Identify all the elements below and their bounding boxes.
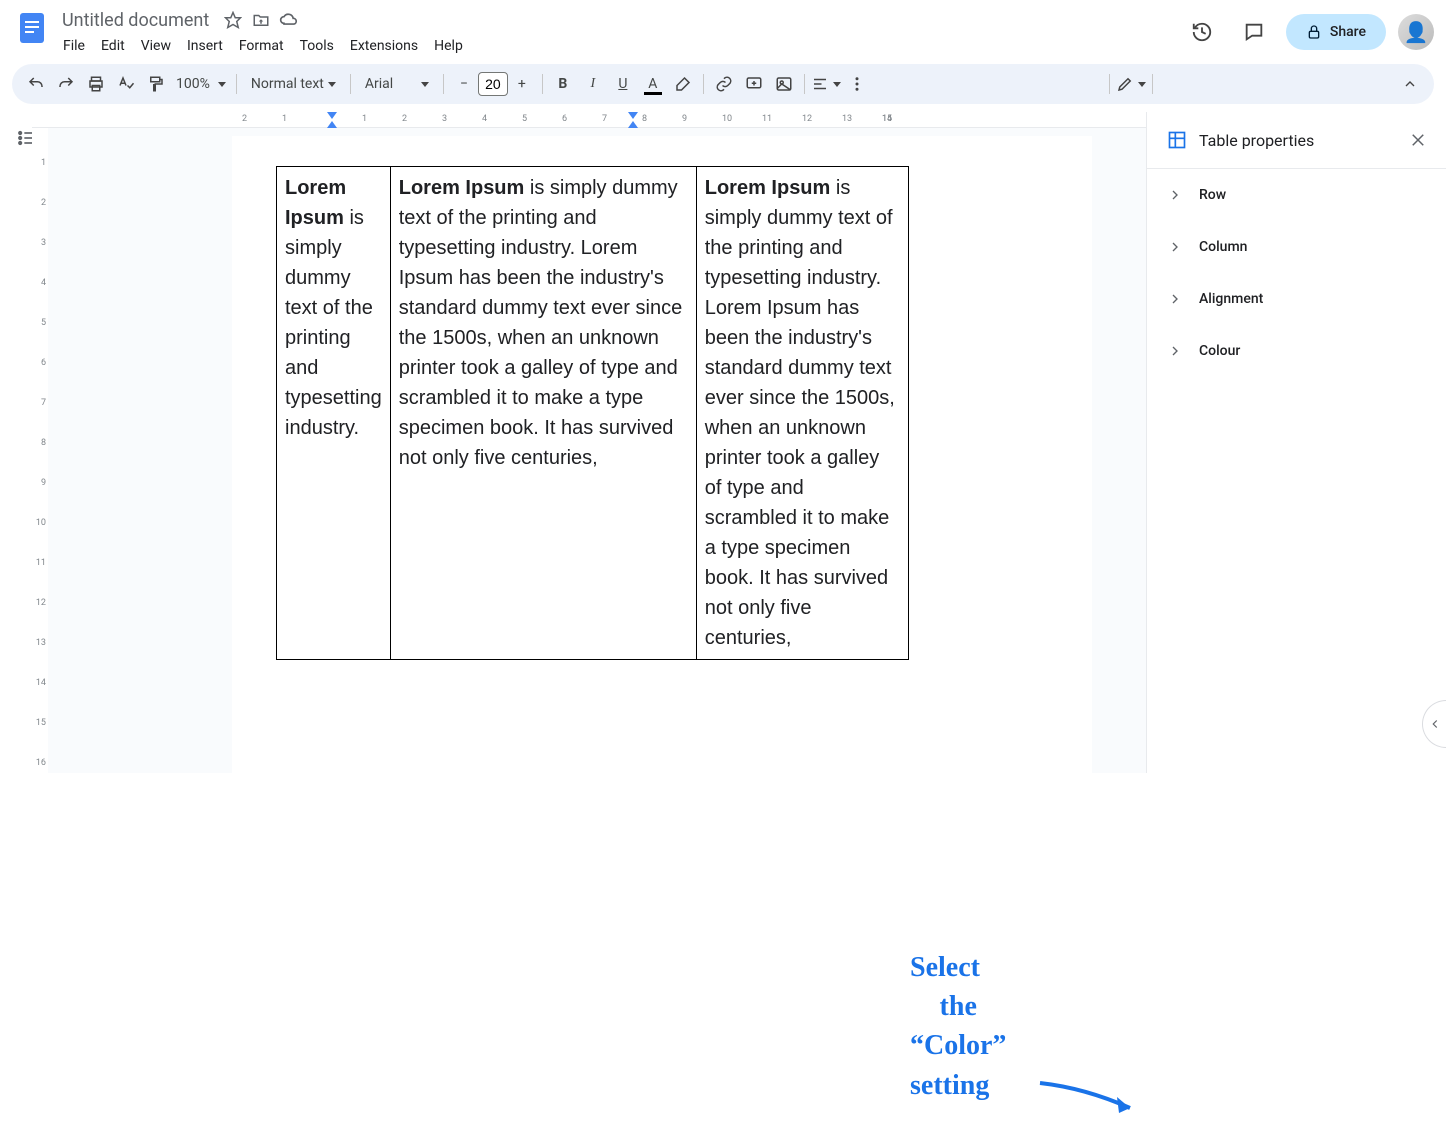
horizontal-ruler[interactable]: 2 1 1 2 3 4 5 6 7 8 9 10 11 12 13 14 15 <box>32 112 1146 128</box>
table-icon <box>1167 130 1187 150</box>
table-cell-text: is simply dummy text of the printing and… <box>399 177 682 469</box>
highlight-color-button[interactable] <box>669 70 697 98</box>
comments-icon[interactable] <box>1234 12 1274 52</box>
table-cell-bold: Lorem Ipsum <box>285 177 346 229</box>
title-area: Untitled document File Edit View Insert … <box>56 8 1182 58</box>
history-icon[interactable] <box>1182 12 1222 52</box>
sidebar-section-label: Row <box>1199 187 1226 203</box>
menu-edit[interactable]: Edit <box>94 34 132 58</box>
sidebar-section-row[interactable]: Row <box>1147 169 1446 221</box>
table-cell-bold: Lorem Ipsum <box>399 177 525 199</box>
underline-button[interactable]: U <box>609 70 637 98</box>
menu-view[interactable]: View <box>134 34 178 58</box>
table-cell-bold: Lorem Ipsum <box>705 177 831 199</box>
redo-button[interactable] <box>52 70 80 98</box>
document-page[interactable]: Lorem Ipsum is simply dummy text of the … <box>232 136 1092 773</box>
sidebar-section-column[interactable]: Column <box>1147 221 1446 273</box>
document-title[interactable]: Untitled document <box>56 8 215 33</box>
zoom-select[interactable]: 100% <box>172 70 230 98</box>
document-table[interactable]: Lorem Ipsum is simply dummy text of the … <box>276 166 909 660</box>
italic-button[interactable]: I <box>579 70 607 98</box>
bold-button[interactable]: B <box>549 70 577 98</box>
lock-icon <box>1306 24 1322 40</box>
share-button[interactable]: Share <box>1286 14 1386 50</box>
close-icon[interactable] <box>1406 128 1430 152</box>
insert-image-button[interactable] <box>770 70 798 98</box>
docs-logo[interactable] <box>12 8 52 48</box>
move-icon[interactable] <box>251 10 271 30</box>
star-icon[interactable] <box>223 10 243 30</box>
more-button[interactable] <box>843 70 871 98</box>
header: Untitled document File Edit View Insert … <box>0 0 1446 64</box>
menu-bar: File Edit View Insert Format Tools Exten… <box>56 34 1182 58</box>
paragraph-style-select[interactable]: Normal text <box>243 70 344 98</box>
insert-link-button[interactable] <box>710 70 738 98</box>
chevron-right-icon <box>1167 239 1183 255</box>
chevron-right-icon <box>1167 343 1183 359</box>
table-cell-text: is simply dummy text of the printing and… <box>285 207 382 439</box>
cloud-status-icon[interactable] <box>279 10 299 30</box>
sidebar-title: Table properties <box>1199 131 1394 150</box>
sidebar-section-colour[interactable]: Colour <box>1147 325 1446 377</box>
spellcheck-button[interactable] <box>112 70 140 98</box>
menu-file[interactable]: File <box>56 34 92 58</box>
font-size-increase[interactable]: + <box>508 70 536 98</box>
sidebar-section-label: Alignment <box>1199 291 1263 307</box>
vertical-ruler[interactable]: 1 2 3 4 5 6 7 8 9 10 11 12 13 14 15 16 <box>32 128 48 773</box>
table-cell-text: is simply dummy text of the printing and… <box>705 177 895 649</box>
paint-format-button[interactable] <box>142 70 170 98</box>
align-button[interactable] <box>811 70 841 98</box>
editing-mode-button[interactable] <box>1116 70 1146 98</box>
add-comment-button[interactable] <box>740 70 768 98</box>
sidebar-section-label: Column <box>1199 239 1247 255</box>
text-color-button[interactable]: A <box>639 70 667 98</box>
table-properties-sidebar: Table properties Row Column Alignment Co… <box>1146 112 1446 773</box>
chevron-right-icon <box>1167 187 1183 203</box>
toolbar: 100% Normal text Arial − + B I U A <box>12 64 1434 104</box>
undo-button[interactable] <box>22 70 50 98</box>
font-family-select[interactable]: Arial <box>357 70 437 98</box>
menu-extensions[interactable]: Extensions <box>343 34 425 58</box>
menu-help[interactable]: Help <box>427 34 470 58</box>
sidebar-section-label: Colour <box>1199 343 1240 359</box>
menu-tools[interactable]: Tools <box>293 34 341 58</box>
collapse-toolbar-button[interactable] <box>1396 70 1424 98</box>
menu-insert[interactable]: Insert <box>180 34 230 58</box>
menu-format[interactable]: Format <box>232 34 291 58</box>
share-label: Share <box>1330 24 1366 40</box>
print-button[interactable] <box>82 70 110 98</box>
avatar[interactable]: 👤 <box>1398 14 1434 50</box>
chevron-right-icon <box>1167 291 1183 307</box>
font-size-input[interactable] <box>478 72 508 96</box>
font-size-decrease[interactable]: − <box>450 70 478 98</box>
sidebar-section-alignment[interactable]: Alignment <box>1147 273 1446 325</box>
